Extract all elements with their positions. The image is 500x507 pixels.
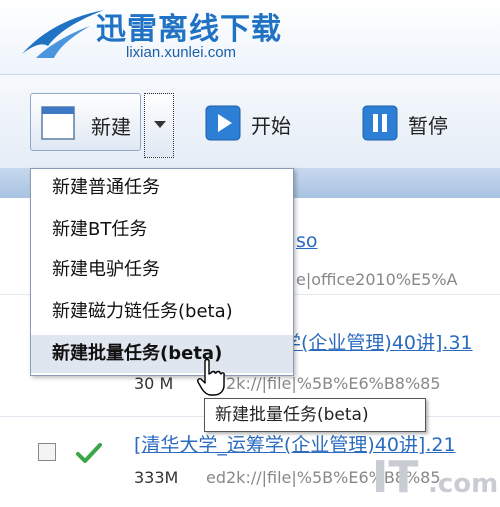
toolbar: 新建 开始 暂停 (0, 75, 500, 175)
menu-item-new-bt-task[interactable]: 新建BT任务 (31, 211, 293, 249)
app-title: 迅雷离线下载 (96, 12, 282, 47)
new-task-menu: 新建普通任务 新建BT任务 新建电驴任务 新建磁力链任务(beta) 新建批量任… (30, 168, 294, 376)
task-size-3: 333M (134, 468, 179, 487)
new-document-icon (41, 106, 75, 140)
task-title-2[interactable]: 学(企业管理)40讲].31 (282, 328, 473, 355)
menu-item-new-emule-task[interactable]: 新建电驴任务 (31, 251, 293, 289)
svg-text:IT: IT (372, 452, 418, 503)
hand-cursor-icon (197, 358, 225, 396)
task-checkbox-3[interactable] (38, 443, 56, 461)
play-icon (205, 105, 241, 141)
menu-item-new-magnet-task[interactable]: 新建磁力链任务(beta) (31, 293, 293, 331)
new-task-dropdown-button[interactable] (144, 93, 174, 158)
completed-check-icon (76, 443, 102, 463)
pause-button[interactable]: 暂停 (362, 103, 472, 143)
app-url[interactable]: lixian.xunlei.com (126, 44, 236, 61)
new-task-button[interactable]: 新建 (30, 93, 141, 151)
task-link-2: ed2k://|file|%5B%E6%B8%85 (206, 374, 441, 393)
menu-item-new-normal-task[interactable]: 新建普通任务 (31, 169, 293, 207)
start-label: 开始 (251, 114, 291, 138)
app-header: 迅雷离线下载 lixian.xunlei.com (0, 0, 500, 75)
task-title-1[interactable]: so (296, 230, 318, 252)
chevron-down-icon (154, 121, 166, 128)
thunder-bird-logo-icon (22, 10, 104, 58)
menu-item-new-batch-task[interactable]: 新建批量任务(beta) (31, 335, 293, 373)
svg-text:.com.cn: .com.cn (428, 469, 498, 499)
it-com-cn-watermark: IT .com.cn (372, 452, 498, 503)
pause-label: 暂停 (408, 114, 448, 138)
pause-icon (362, 105, 398, 141)
tooltip: 新建批量任务(beta) (204, 398, 426, 432)
task-size-2: 30 M (134, 374, 174, 393)
start-button[interactable]: 开始 (205, 103, 305, 143)
new-task-label: 新建 (91, 115, 131, 139)
task-link-1: e|office2010%E5%A (296, 270, 458, 289)
